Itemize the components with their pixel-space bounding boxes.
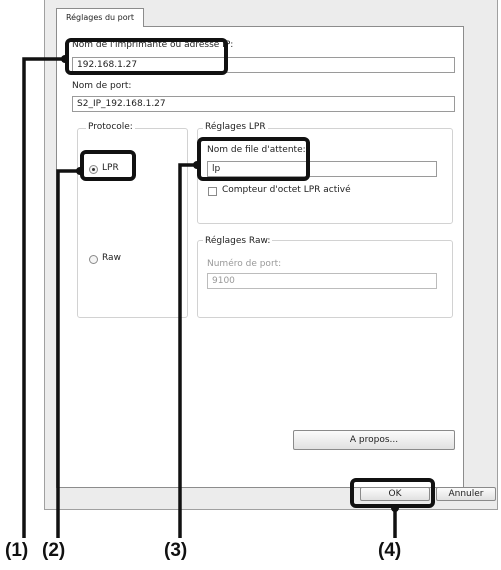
callout-number-1: (1) [5, 540, 29, 561]
leader-line-3 [178, 163, 197, 538]
leader-dot-1 [61, 55, 69, 63]
callout-number-2: (2) [42, 540, 66, 561]
leader-dot-2 [76, 167, 84, 175]
callout-number-3: (3) [164, 540, 188, 561]
callout-leader-lines [22, 55, 399, 538]
tab-port-settings[interactable]: Réglages du port [56, 8, 144, 27]
leader-line-2 [56, 169, 80, 538]
callout-number-4: (4) [378, 540, 402, 561]
leader-dot-4 [391, 504, 399, 512]
leader-dot-3 [193, 161, 201, 169]
